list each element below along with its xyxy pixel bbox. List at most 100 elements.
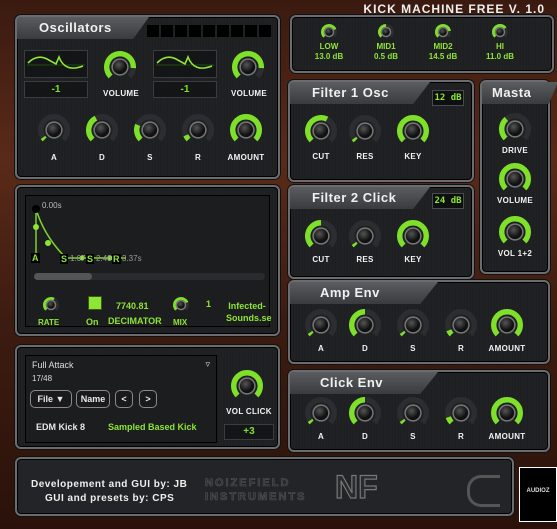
preset-slot[interactable] [231,25,243,37]
preset-slot[interactable] [161,25,173,37]
preset-slot[interactable] [189,25,201,37]
vol-click-label: VOL CLICK [226,407,272,416]
decimator-value[interactable]: 7740.81 [116,301,149,311]
preset-slot[interactable] [217,25,229,37]
click-env-amount-knob[interactable] [490,396,524,435]
saw-wave-icon [156,54,214,69]
nf-logo-mark: NF [334,468,378,505]
click-env-panel: Click Env A D S R AMOUNT [288,370,550,452]
click-env-d-knob[interactable] [348,396,382,435]
prev-preset-button[interactable]: < [115,390,133,408]
filter2-title: Filter 2 Click [290,187,430,209]
next-preset-button[interactable]: > [139,390,157,408]
filter2-res-knob[interactable] [348,219,382,258]
envelope-node [33,224,39,230]
marker-r[interactable]: R [112,254,121,264]
envelope-display[interactable]: 0.00s A S 1.07 S 2.48 R 3.37s RATE On 77… [25,195,272,327]
preset-slot[interactable] [259,25,271,37]
watermark-text: AUDIOZ [526,488,550,494]
osc-env-amount-label: AMOUNT [227,153,265,162]
category-dropdown-icon[interactable]: ▿ [205,359,210,370]
click-env-s-knob[interactable] [396,396,430,435]
eq-low-label: LOW [319,42,339,51]
master-panel: Masta DRIVE VOLUME VOL 1+2 [480,80,557,274]
master-volume-label: VOLUME [496,196,534,205]
file-menu-button[interactable]: File ▼ [30,390,72,408]
preset-slot[interactable] [175,25,187,37]
oscillators-panel: Oscillators -1 -1 VOLUME VOLUME A D S R AMOU… [15,15,280,179]
envelope-node [45,240,51,246]
preset-slot[interactable] [203,25,215,37]
osc2-value[interactable]: -1 [153,81,217,98]
filter1-slope[interactable]: 12 dB [432,90,464,106]
marker-s1[interactable]: S [60,254,69,264]
amp-env-a-knob[interactable] [304,308,338,347]
mix-value: 1 [206,299,212,309]
amp-env-s-knob[interactable] [396,308,430,347]
osc-env-amount-knob[interactable] [229,113,263,152]
filter1-cut-knob[interactable] [304,114,338,153]
vol-click-knob[interactable] [230,369,264,408]
logo-line-2: INSTRUMENTS [205,491,307,504]
envelope-graph[interactable] [26,196,269,276]
master-vol-1-2-label: VOL 1+2 [497,249,533,258]
eq-mid1-label: MID1 [376,42,396,51]
master-title: Masta [482,82,557,104]
master-drive-label: DRIVE [502,146,528,155]
name-button[interactable]: Name [76,390,110,408]
amp-env-amount-knob[interactable] [490,308,524,347]
preset-slots [147,25,271,37]
marker-a[interactable]: A [31,253,40,263]
amp-env-d-knob[interactable] [348,308,382,347]
decimator-on-toggle[interactable] [88,296,102,310]
marker-s2[interactable]: S [86,254,95,264]
filter2-slope[interactable]: 24 dB [432,193,464,209]
filter2-panel: Filter 2 Click 24 dB CUT RES KEY [288,185,474,279]
filter2-cut-knob[interactable] [304,219,338,258]
envelope-start-node [32,205,40,213]
eq-mid1-value: 0.5 dB [373,52,398,61]
preset-category[interactable]: Full Attack [32,360,74,370]
watermark-badge: AUDIOZ [519,467,557,522]
scrollbar-thumb[interactable] [34,273,92,280]
vol-click-value[interactable]: +3 [224,424,274,440]
filter1-panel: Filter 1 Osc 12 dB CUT RES KEY [288,80,474,182]
osc-env-s-knob[interactable] [133,113,167,152]
click-env-a-knob[interactable] [304,396,338,435]
osc1-waveform-display[interactable] [24,50,88,78]
osc2-waveform-display[interactable] [153,50,217,78]
mix-knob[interactable] [172,296,190,319]
mix-label: MIX [173,318,188,327]
preset-slot[interactable] [245,25,257,37]
filter2-key-label: KEY [404,255,422,264]
logo-line-1: NOIZEFIELD [205,477,291,490]
click-env-title: Click Env [290,372,438,394]
eq-panel: LOW 13.0 dB MID1 0.5 dB MID2 14.5 dB HI 11.0 dB [290,15,554,73]
marker-s2-time: 2.48 [96,254,112,263]
click-env-r-knob[interactable] [444,396,478,435]
amp-env-panel: Amp Env A D S R AMOUNT [288,280,550,364]
preset-index: 17/48 [32,374,53,383]
osc-env-d-knob[interactable] [85,113,119,152]
filter2-key-knob[interactable] [396,219,430,258]
osc-env-a-knob[interactable] [37,113,71,152]
marker-s1-time: 1.07 [70,254,86,263]
filter1-key-knob[interactable] [396,114,430,153]
rate-knob[interactable] [42,296,60,319]
osc1-volume-label: VOLUME [102,89,140,98]
envelope-scrollbar[interactable] [34,273,265,280]
osc2-volume-knob[interactable] [231,50,265,89]
noizefield-logo: NOIZEFIELD INSTRUMENTS [205,476,306,504]
osc1-volume-knob[interactable] [103,50,137,89]
eq-hi-label: HI [496,42,504,51]
c-logo-icon [467,475,500,507]
amp-env-r-knob[interactable] [444,308,478,347]
filter1-res-knob[interactable] [348,114,382,153]
amp-env-amount-label: AMOUNT [488,344,526,353]
osc-env-r-knob[interactable] [181,113,215,152]
osc1-value[interactable]: -1 [24,81,88,98]
preset-slot[interactable] [147,25,159,37]
marker-r-time: 3.37s [122,254,142,263]
filter1-key-label: KEY [404,152,422,161]
infected-sounds-credit[interactable]: Infected-Sounds.se [226,300,272,324]
